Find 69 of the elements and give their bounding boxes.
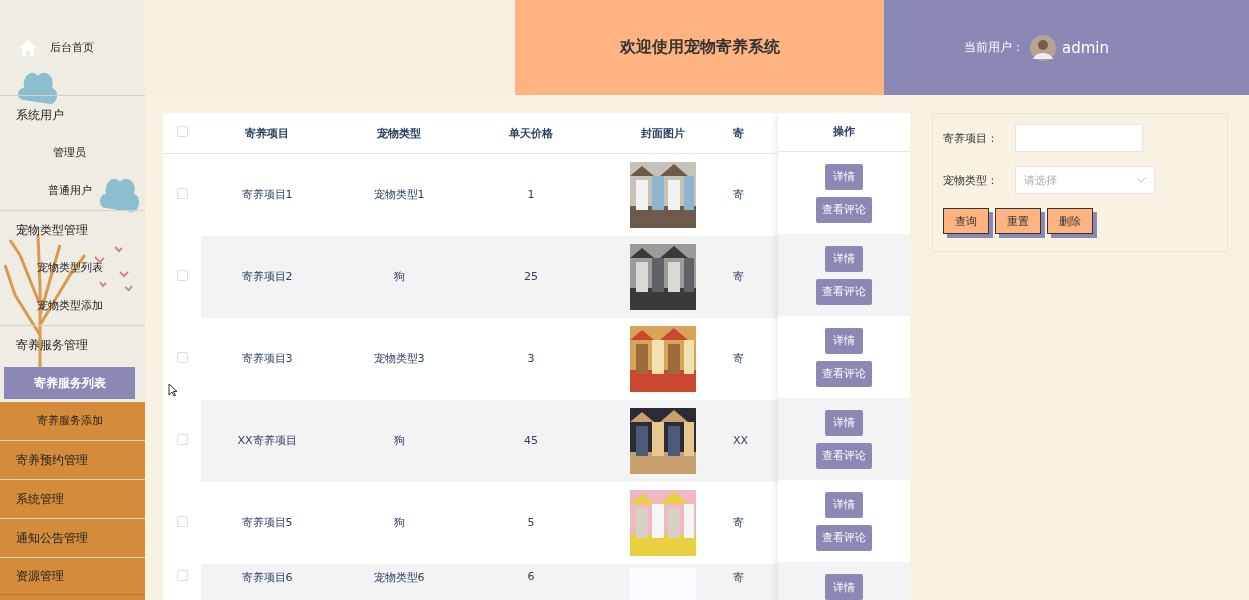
table-cell: 狗 [333, 481, 465, 564]
table-cell: 寄 [729, 153, 778, 236]
comments-button[interactable]: 查看评论 [816, 442, 872, 469]
column-header: 寄养项目 [201, 113, 333, 154]
detail-button[interactable]: 详情 [825, 491, 863, 518]
detail-button[interactable]: 详情 [825, 574, 863, 600]
comments-button[interactable]: 查看评论 [816, 196, 872, 223]
table-cell: 3 [465, 317, 597, 400]
nav-item[interactable]: 寄养服务列表 [4, 367, 135, 399]
table-cell: 寄养项目6 [201, 563, 333, 600]
nav-item[interactable]: 寄养服务添加 [4, 402, 135, 440]
nav-item[interactable]: 普通用户 [4, 172, 135, 210]
table-cell: 45 [465, 399, 597, 482]
nav-group[interactable]: 寄养预约管理 [0, 441, 145, 479]
table-cell: 6 [465, 563, 597, 600]
table-cell: 寄 [729, 317, 778, 400]
table-cell: 寄养项目2 [201, 235, 333, 318]
table-cell: 5 [465, 481, 597, 564]
checkbox[interactable] [176, 569, 188, 581]
table-cell: XX寄养项目 [201, 399, 333, 482]
table-cell: 狗 [333, 399, 465, 482]
username: admin [1062, 38, 1109, 57]
detail-button[interactable]: 详情 [825, 409, 863, 436]
comments-button[interactable]: 查看评论 [816, 524, 872, 551]
field-label: 寄养项目： [943, 130, 999, 146]
system-title: 欢迎使用宠物寄养系统 [619, 37, 780, 58]
checkbox[interactable] [176, 187, 188, 199]
checkbox[interactable] [176, 269, 188, 281]
table-cell: 寄养项目1 [201, 153, 333, 236]
checkbox[interactable] [176, 515, 188, 527]
table-cell: 寄 [729, 563, 778, 600]
nav-group[interactable]: 资源管理 [0, 558, 145, 594]
user-label: 当前用户： [964, 39, 1024, 56]
table-cell: 寄养项目5 [201, 481, 333, 564]
cursor-icon [168, 383, 178, 397]
table-cell: XX [729, 399, 778, 482]
comments-button[interactable]: 查看评论 [816, 278, 872, 305]
detail-button[interactable]: 详情 [825, 327, 863, 354]
table-cell: 寄 [729, 481, 778, 564]
table-cell: 1 [465, 153, 597, 236]
column-header: 操作 [778, 113, 910, 152]
table-cell: 宠物类型3 [333, 317, 465, 400]
table-cell: 寄养项目3 [201, 317, 333, 400]
nav-group[interactable]: 系统管理 [0, 480, 145, 518]
detail-button[interactable]: 详情 [825, 163, 863, 190]
column-header: 封面图片 [597, 113, 729, 154]
checkbox[interactable] [176, 126, 188, 137]
comments-button[interactable]: 查看评论 [816, 360, 872, 387]
nav-group[interactable]: 通知公告管理 [0, 519, 145, 557]
field-label: 宠物类型： [943, 172, 999, 188]
table-cell: 寄 [729, 235, 778, 318]
table-cell: 宠物类型1 [333, 153, 465, 236]
nav-group[interactable]: 系统用户 [0, 96, 145, 134]
column-header: 宠物类型 [333, 113, 465, 154]
avatar [1030, 34, 1056, 61]
checkbox[interactable] [176, 351, 188, 363]
chevron-icon [1136, 177, 1146, 183]
checkbox[interactable] [176, 433, 188, 445]
table-cell: 25 [465, 235, 597, 318]
home-icon [18, 38, 38, 57]
table-cell: 狗 [333, 235, 465, 318]
detail-button[interactable]: 详情 [825, 245, 863, 272]
column-header: 单天价格 [465, 113, 597, 154]
input-field[interactable] [1015, 124, 1143, 152]
nav-label: 后台首页 [50, 40, 94, 55]
nav-group[interactable]: 宠物类型管理 [0, 211, 145, 249]
nav-item[interactable]: 后台首页 [0, 0, 145, 95]
table-cell: 宠物类型6 [333, 563, 465, 600]
nav-item[interactable]: 管理员 [4, 134, 135, 172]
